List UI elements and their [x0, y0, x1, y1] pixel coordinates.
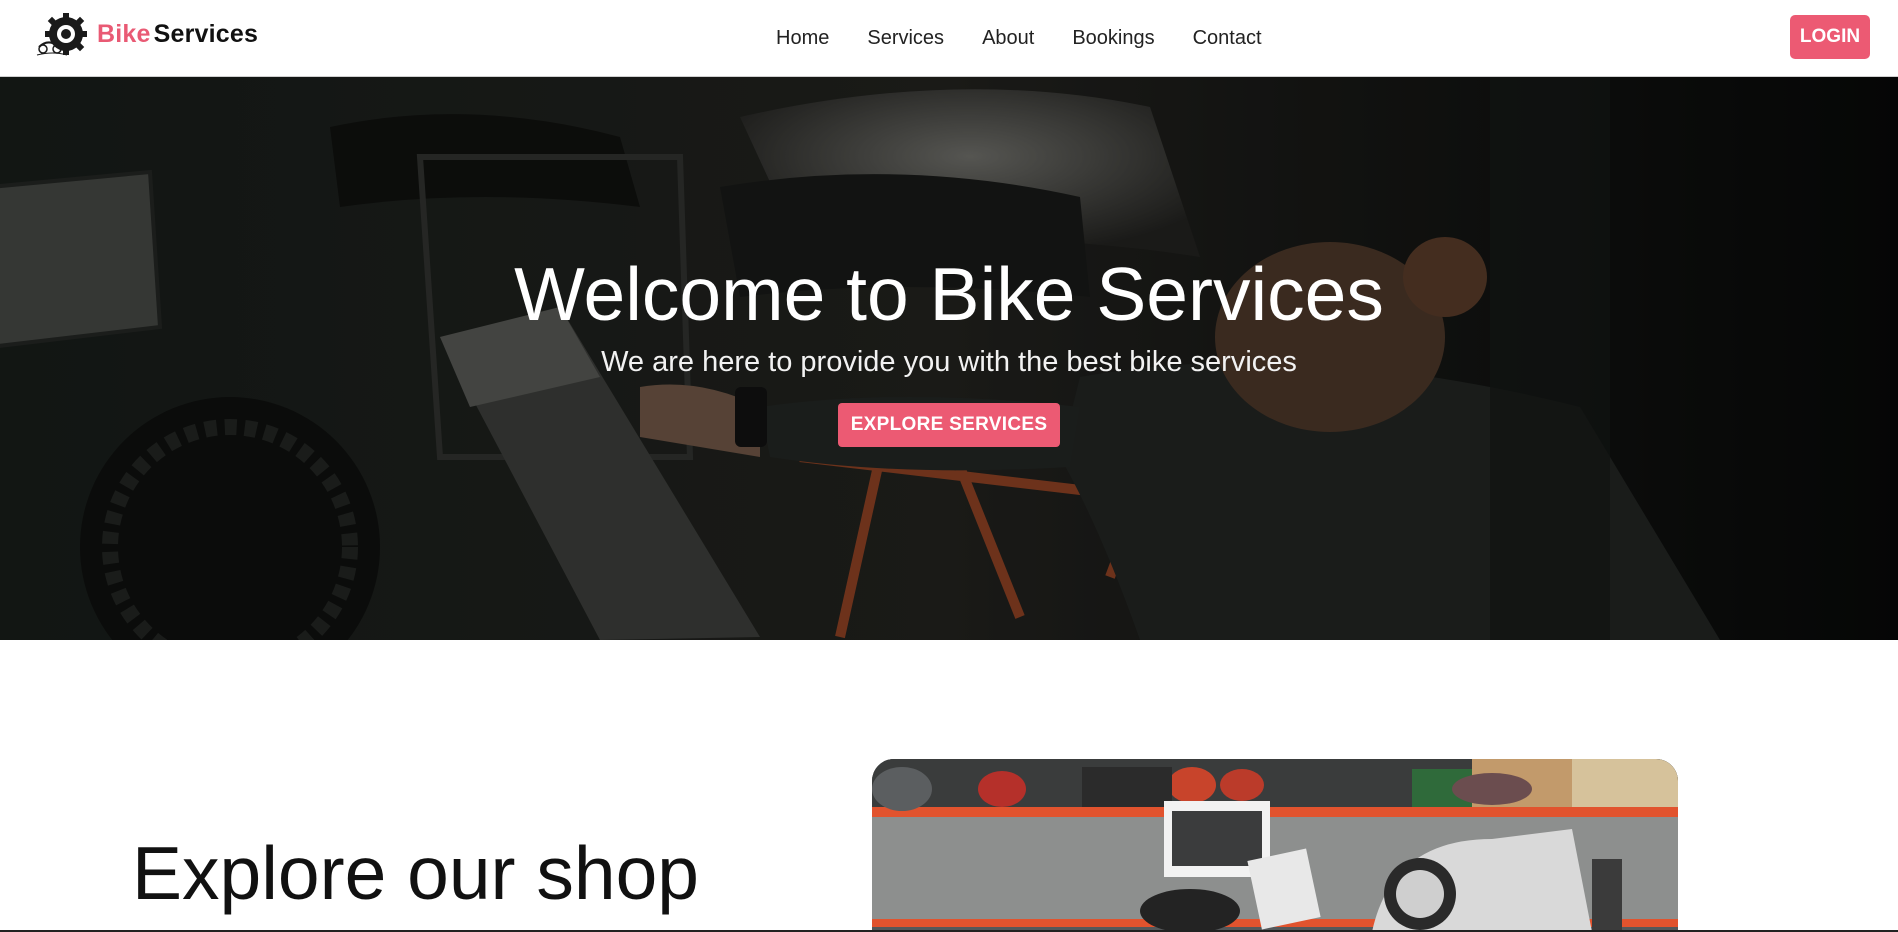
main-nav: Home Services About Bookings Contact	[776, 0, 1262, 76]
explore-services-button[interactable]: EXPLORE SERVICES	[837, 403, 1061, 447]
hero-title: Welcome to Bike Services	[514, 252, 1384, 336]
nav-link-contact[interactable]: Contact	[1193, 27, 1262, 50]
shop-section-title: Explore our shop	[132, 831, 700, 915]
brand-name-rest: Services	[153, 19, 259, 48]
motorcycle-gear-logo-icon	[36, 13, 87, 56]
nav-link-bookings[interactable]: Bookings	[1072, 27, 1154, 50]
navbar: Bike Services Home Services About Booking…	[0, 0, 1898, 77]
brand-name-accent: Bike	[97, 19, 151, 48]
hero-subtitle: We are here to provide you with the best…	[601, 346, 1297, 378]
nav-link-services[interactable]: Services	[867, 27, 944, 50]
hero-section: Welcome to Bike Services We are here to …	[0, 77, 1898, 640]
hero-content: Welcome to Bike Services We are here to …	[0, 257, 1898, 447]
motorcycle-workshop-photo	[872, 759, 1678, 932]
nav-link-about[interactable]: About	[982, 27, 1034, 50]
brand-logo[interactable]: Bike Services	[33, 11, 258, 57]
login-button[interactable]: LOGIN	[1790, 15, 1870, 59]
nav-link-home[interactable]: Home	[776, 27, 829, 50]
